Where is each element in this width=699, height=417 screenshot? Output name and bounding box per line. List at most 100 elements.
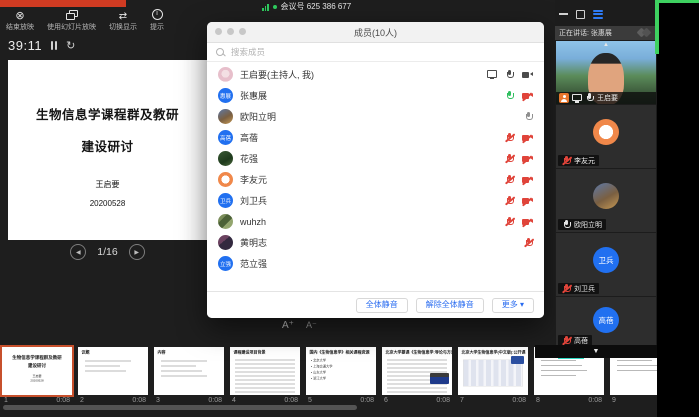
restart-timer-button[interactable]	[66, 36, 75, 54]
member-row[interactable]: 卫兵刘卫兵	[207, 190, 544, 211]
slide-thumbnail[interactable]: 生物信息学课程群及教研建设研讨王启要2020052810:08	[2, 347, 72, 404]
next-slide-button[interactable]	[129, 244, 145, 260]
window-traffic-lights[interactable]	[215, 28, 246, 35]
member-row[interactable]: 高蓓高蓓	[207, 127, 544, 148]
video-tile[interactable]: 王启要	[556, 41, 656, 104]
mic-muted-icon	[562, 336, 571, 346]
video-tile[interactable]: 卫兵刘卫兵	[556, 233, 656, 296]
thumbnail-meta: 20:08	[78, 395, 148, 404]
font-decrease-button[interactable]: A⁻	[306, 320, 317, 331]
member-row[interactable]: 立强范立强	[207, 253, 544, 274]
unmute-all-button[interactable]: 解除全体静音	[416, 298, 484, 313]
member-avatar	[218, 235, 233, 250]
font-increase-button[interactable]: A⁺	[282, 320, 294, 331]
tile-label: 欧阳立明	[558, 219, 606, 230]
member-name: wuhzh	[240, 217, 266, 227]
search-input[interactable]	[229, 46, 535, 58]
slide-time: 0:08	[512, 397, 526, 404]
tile-name: 李友元	[574, 156, 595, 166]
thumbnail-preview: 北京大学生物信息学(中文版):公开课	[458, 347, 528, 395]
bullet-bar	[85, 371, 126, 372]
meeting-info-bar[interactable]: 会议号 625 386 677	[262, 0, 351, 13]
more-button[interactable]: 更多 ▾	[492, 298, 534, 313]
thumbnail-meta: 30:08	[154, 395, 224, 404]
thumb-text: 王启要	[2, 374, 72, 379]
thumbnail-meta: 50:08	[306, 395, 376, 404]
thumb-text: 建设研讨	[2, 362, 72, 369]
member-row[interactable]: 欧阳立明	[207, 106, 544, 127]
member-row[interactable]: 花强	[207, 148, 544, 169]
thumbnail-content: 课程建设项目背景	[230, 347, 300, 395]
camera-off-icon[interactable]	[522, 218, 533, 226]
member-avatar: 卫兵	[218, 193, 233, 208]
slide-thumbnail[interactable]: 北京大学慕课《生物信息学:导论与方法》60:08	[382, 347, 452, 404]
mic-muted-icon[interactable]	[505, 217, 514, 227]
slide-number: 5	[308, 397, 312, 404]
mute-slash	[562, 156, 572, 165]
camera-on-icon[interactable]	[522, 71, 533, 79]
camera-off-icon[interactable]	[522, 134, 533, 142]
mic-muted-icon[interactable]	[505, 175, 514, 185]
tips-button[interactable]: 提示	[150, 9, 164, 32]
video-tile[interactable]: 高蓓高蓓	[556, 297, 656, 348]
sidebar-collapse-bar[interactable]	[535, 345, 657, 358]
swap-arrows-icon	[119, 6, 127, 24]
slide-thumbnail[interactable]: 课程建设项目背景40:08	[230, 347, 300, 404]
member-status-icons	[505, 196, 533, 206]
member-row[interactable]: 王启要(主持人, 我)	[207, 64, 544, 85]
slide-thumbnail[interactable]: 内容 30:08	[154, 347, 224, 404]
mic-muted-icon[interactable]	[505, 154, 514, 164]
camera-off-icon[interactable]	[522, 155, 533, 163]
member-name: 王启要(主持人, 我)	[240, 68, 314, 81]
mute-slash	[524, 238, 534, 247]
member-row[interactable]: 李友元	[207, 169, 544, 190]
notes-font-controls: A⁺ A⁻	[282, 320, 317, 331]
screen-share-icon[interactable]	[487, 70, 497, 79]
mic-green-icon[interactable]	[505, 91, 514, 101]
slide-number: 9	[612, 397, 616, 404]
pause-timer-button[interactable]	[51, 41, 57, 50]
slide-thumbnail[interactable]: 国内《生物信息学》相关课程资源• 北京大学• 上海交通大学• 山东大学• 浙江大…	[306, 347, 376, 404]
thumb-title: 内容	[154, 347, 224, 357]
slide-number: 8	[536, 397, 540, 404]
filmstrip-scrollbar[interactable]	[3, 405, 357, 410]
camera-off-icon[interactable]	[522, 176, 533, 184]
mic-muted-icon[interactable]	[524, 238, 533, 248]
slide-title-line1: 生物信息学课程群及教研	[8, 104, 207, 123]
mic-muted-icon[interactable]	[505, 133, 514, 143]
slide-time: 0:08	[588, 397, 602, 404]
minimize-icon[interactable]	[559, 13, 568, 15]
member-status-icons	[487, 70, 533, 80]
previous-slide-button[interactable]	[70, 244, 86, 260]
switch-display-button[interactable]: 切换显示	[109, 9, 137, 32]
members-panel-titlebar[interactable]: 成员(10人)	[207, 22, 544, 43]
video-tile[interactable]: 李友元	[556, 105, 656, 168]
member-name: 刘卫兵	[240, 194, 267, 207]
camera-off-icon[interactable]	[522, 92, 533, 100]
thumb-title: 北京大学慕课《生物信息学:导论与方法》	[382, 347, 452, 357]
member-avatar	[218, 67, 233, 82]
member-row[interactable]: 惠展张惠展	[207, 85, 544, 106]
bullet-bar	[161, 376, 207, 377]
mic-gray-icon[interactable]	[524, 112, 533, 122]
video-tile[interactable]: 欧阳立明	[556, 169, 656, 232]
member-list: 王启要(主持人, 我)惠展张惠展欧阳立明高蓓高蓓花强李友元卫兵刘卫兵wuhzh黄…	[207, 62, 544, 274]
share-border-edge	[655, 0, 659, 54]
mute-all-button[interactable]: 全体静音	[356, 298, 408, 313]
camera-off-icon[interactable]	[522, 197, 533, 205]
mute-slash	[505, 133, 515, 142]
slide-thumbnail[interactable]: 议题20:08	[78, 347, 148, 404]
thumb-text: 20200528	[2, 380, 72, 383]
mic-on-icon[interactable]	[505, 70, 514, 80]
slide-number: 3	[156, 397, 160, 404]
slide-thumbnail[interactable]: 北京大学生物信息学(中文版):公开课70:08	[458, 347, 528, 404]
member-status-icons	[505, 91, 533, 101]
end-show-button[interactable]: 结束放映	[6, 9, 34, 32]
maximize-icon[interactable]	[576, 10, 585, 19]
use-slideshow-button[interactable]: 使用幻灯片放映	[47, 9, 96, 32]
mic-muted-icon[interactable]	[505, 196, 514, 206]
member-row[interactable]: wuhzh	[207, 211, 544, 232]
thumb-text: 生物信息学课程群及教研	[2, 354, 72, 361]
member-row[interactable]: 黄明志	[207, 232, 544, 253]
layout-list-icon[interactable]	[593, 10, 603, 19]
